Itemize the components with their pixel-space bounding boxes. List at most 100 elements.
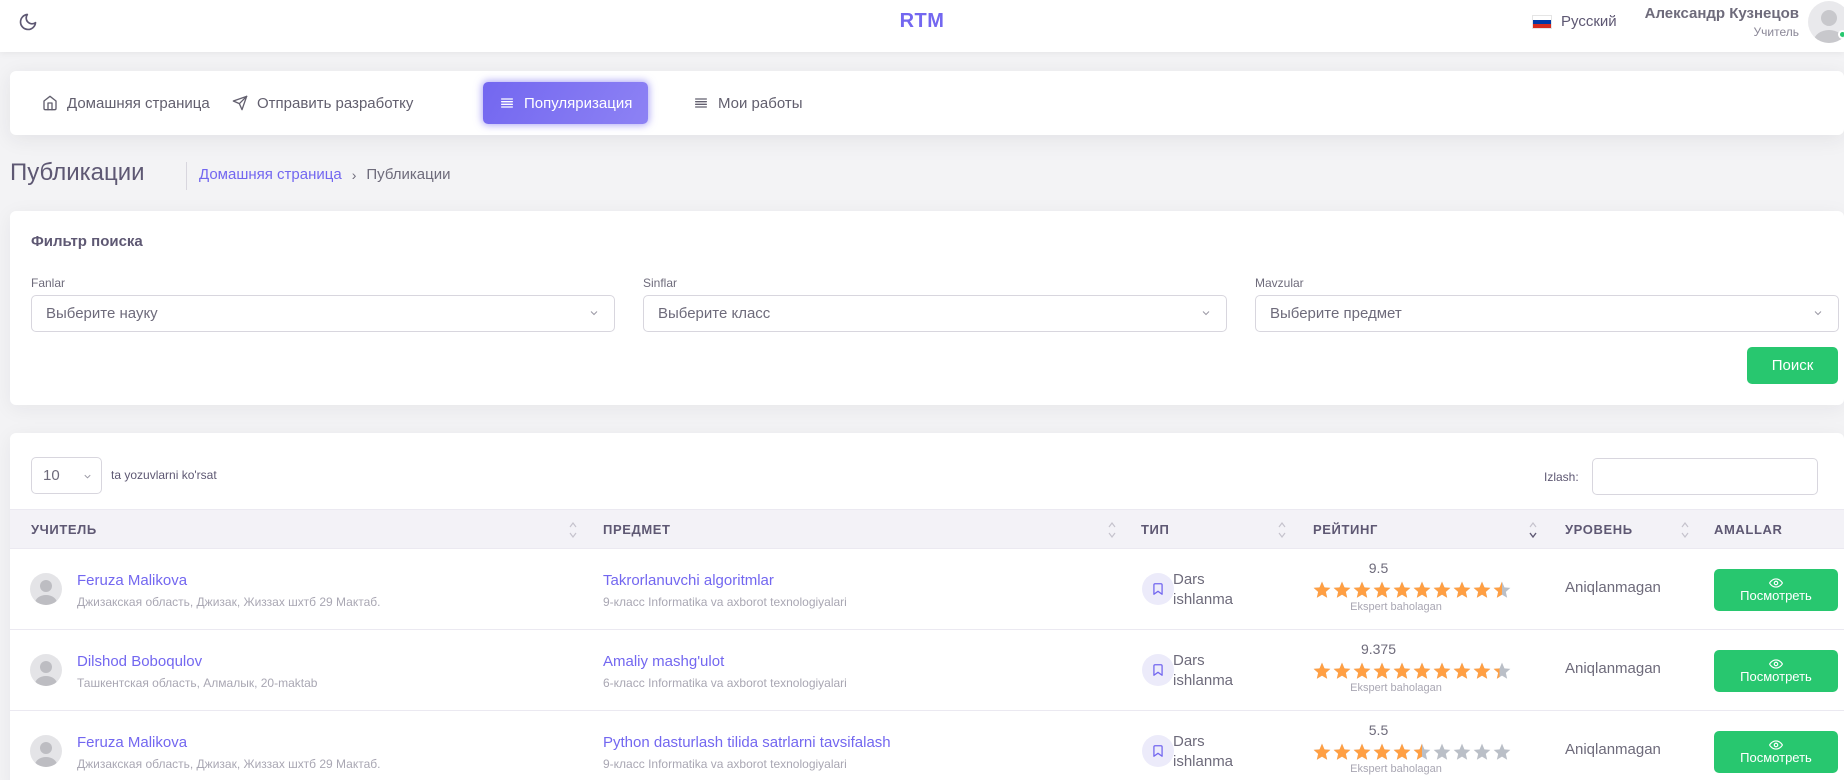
teacher-location: Ташкентская область, Алмалык, 20-maktab	[77, 676, 318, 690]
user-silhouette-icon	[35, 661, 57, 686]
teacher-name-link[interactable]: Dilshod Boboqulov	[77, 653, 202, 670]
topics-label: Mavzular	[1255, 276, 1304, 290]
view-button-label: Посмотреть	[1740, 668, 1812, 684]
table-row: Dilshod Boboqulov Ташкентская область, А…	[10, 630, 1844, 711]
column-level[interactable]: УРОВЕНЬ	[1565, 522, 1633, 537]
table-header: УЧИТЕЛЬ ПРЕДМЕТ ТИП РЕЙТИНГ УРОВЕНЬ AMAL…	[10, 509, 1844, 549]
table-row: Feruza Malikova Джизакская область, Джиз…	[10, 711, 1844, 780]
table-search-input[interactable]	[1592, 458, 1818, 495]
table-row: Feruza Malikova Джизакская область, Джиз…	[10, 549, 1844, 630]
subject-grade: 9-класс Informatika va axborot texnologi…	[603, 757, 847, 771]
sort-icon[interactable]	[568, 520, 578, 540]
rating-stars	[1312, 661, 1512, 681]
star-icon	[1372, 661, 1392, 681]
user-avatar[interactable]	[1808, 1, 1844, 43]
subjects-label: Fanlar	[31, 276, 66, 290]
user-menu[interactable]: Александр Кузнецов Учитель	[1645, 5, 1799, 39]
subject-grade: 6-класс Informatika va axborot texnologi…	[603, 676, 847, 690]
star-icon	[1352, 580, 1372, 600]
filter-title: Фильтр поиска	[31, 233, 143, 250]
list-icon	[695, 98, 707, 108]
main-menu: Домашняя страница Отправить разработку П…	[10, 71, 1844, 135]
eye-icon	[1769, 658, 1783, 669]
classes-select[interactable]: Выберите класс	[643, 295, 1227, 332]
teacher-location: Джизакская область, Джизак, Жиззах шхтб …	[77, 757, 381, 771]
teacher-name-link[interactable]: Feruza Malikova	[77, 734, 187, 751]
star-icon	[1332, 742, 1352, 762]
column-type[interactable]: ТИП	[1141, 522, 1169, 537]
online-status-dot	[1838, 30, 1844, 39]
type-label: Dars ishlanma	[1173, 652, 1234, 689]
star-icon	[1452, 661, 1472, 681]
eye-icon	[1769, 739, 1783, 750]
top-navbar: RTM Русский Александр Кузнецов Учитель	[0, 0, 1844, 52]
star-icon	[1492, 661, 1512, 681]
nav-item-label: Популяризация	[524, 94, 633, 112]
column-rating[interactable]: РЕЙТИНГ	[1313, 522, 1378, 537]
table-search-label: Izlash:	[1544, 470, 1579, 484]
breadcrumb-home-link[interactable]: Домашняя страница	[199, 166, 342, 183]
sort-icon[interactable]	[1277, 520, 1287, 540]
nav-item-home[interactable]: Домашняя страница	[26, 82, 226, 124]
teacher-avatar	[30, 573, 62, 605]
rating-value: 5.5	[1368, 722, 1389, 738]
star-icon	[1452, 580, 1472, 600]
type-label: Dars ishlanma	[1173, 571, 1234, 608]
chevron-down-icon	[1814, 311, 1822, 316]
star-icon	[1492, 742, 1512, 762]
subjects-select[interactable]: Выберите науку	[31, 295, 615, 332]
chevron-down-icon	[84, 474, 91, 479]
nav-item-popularization[interactable]: Популяризация	[483, 82, 649, 124]
sort-icon[interactable]	[1680, 520, 1690, 540]
column-teacher[interactable]: УЧИТЕЛЬ	[31, 522, 97, 537]
language-label: Русский	[1561, 13, 1617, 30]
rating-value: 9.5	[1368, 560, 1389, 576]
publications-table-card: 10 ta yozuvlarni ko'rsat Izlash: УЧИТЕЛЬ…	[10, 433, 1844, 780]
star-icon	[1332, 661, 1352, 681]
rating-note: Ekspert baholagan	[1350, 601, 1442, 613]
page-length-select[interactable]: 10	[31, 457, 102, 494]
russia-flag-icon	[1532, 14, 1552, 29]
breadcrumb: Домашняя страница › Публикации	[199, 166, 450, 183]
star-icon	[1432, 580, 1452, 600]
page-length-label: ta yozuvlarni ko'rsat	[111, 468, 217, 482]
star-icon	[1372, 742, 1392, 762]
subject-link[interactable]: Amaliy mashg'ulot	[603, 653, 724, 670]
language-selector[interactable]: Русский	[1532, 13, 1617, 30]
nav-item-send[interactable]: Отправить разработку	[216, 82, 429, 124]
search-filter-card: Фильтр поиска Fanlar Выберите науку Sinf…	[10, 211, 1844, 405]
star-icon	[1392, 580, 1412, 600]
chevron-right-icon: ›	[351, 166, 357, 183]
sort-desc-icon[interactable]	[1528, 520, 1538, 540]
sort-icon[interactable]	[1107, 520, 1117, 540]
view-button[interactable]: Посмотреть	[1714, 731, 1838, 773]
search-button[interactable]: Поиск	[1747, 347, 1838, 384]
subject-link[interactable]: Python dasturlash tilida satrlarni tavsi…	[603, 734, 891, 751]
star-icon	[1412, 661, 1432, 681]
view-button-label: Посмотреть	[1740, 587, 1812, 603]
star-icon	[1412, 580, 1432, 600]
view-button[interactable]: Посмотреть	[1714, 569, 1838, 611]
view-button[interactable]: Посмотреть	[1714, 650, 1838, 692]
column-subject[interactable]: ПРЕДМЕТ	[603, 522, 671, 537]
teacher-name-link[interactable]: Feruza Malikova	[77, 572, 187, 589]
level-value: Aniqlanmagan	[1565, 660, 1661, 677]
user-silhouette-icon	[35, 742, 57, 767]
page-title: Публикации	[10, 159, 145, 186]
nav-item-my-works[interactable]: Мои работы	[677, 82, 819, 124]
star-icon	[1332, 580, 1352, 600]
home-icon	[43, 95, 57, 111]
star-icon	[1392, 661, 1412, 681]
star-icon	[1352, 742, 1372, 762]
chevron-down-icon	[590, 311, 598, 316]
topics-select[interactable]: Выберите предмет	[1255, 295, 1839, 332]
rating-stars	[1312, 580, 1512, 600]
star-icon	[1392, 742, 1412, 762]
user-role: Учитель	[1753, 25, 1799, 39]
level-value: Aniqlanmagan	[1565, 579, 1661, 596]
star-icon	[1492, 580, 1512, 600]
subject-link[interactable]: Takrorlanuvchi algoritmlar	[603, 572, 774, 589]
topics-placeholder: Выберите предмет	[1270, 305, 1402, 322]
star-icon	[1472, 580, 1492, 600]
nav-item-label: Отправить разработку	[257, 94, 414, 112]
